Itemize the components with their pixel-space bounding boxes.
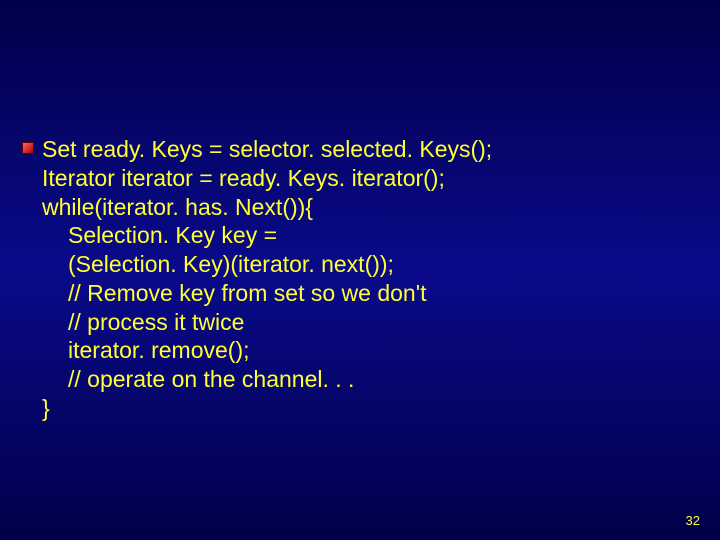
bullet-icon (22, 142, 34, 154)
code-line: Selection. Key key = (42, 221, 680, 250)
code-line: iterator. remove(); (42, 336, 680, 365)
code-line: } (42, 394, 680, 423)
code-line: // Remove key from set so we don't (42, 279, 680, 308)
code-line: (Selection. Key)(iterator. next()); (42, 250, 680, 279)
code-block: Set ready. Keys = selector. selected. Ke… (42, 135, 680, 423)
page-number: 32 (686, 513, 700, 528)
code-line: while(iterator. has. Next()){ (42, 193, 680, 222)
code-line: // process it twice (42, 308, 680, 337)
code-line: Iterator iterator = ready. Keys. iterato… (42, 164, 680, 193)
code-line: Set ready. Keys = selector. selected. Ke… (42, 135, 680, 164)
code-line: // operate on the channel. . . (42, 365, 680, 394)
